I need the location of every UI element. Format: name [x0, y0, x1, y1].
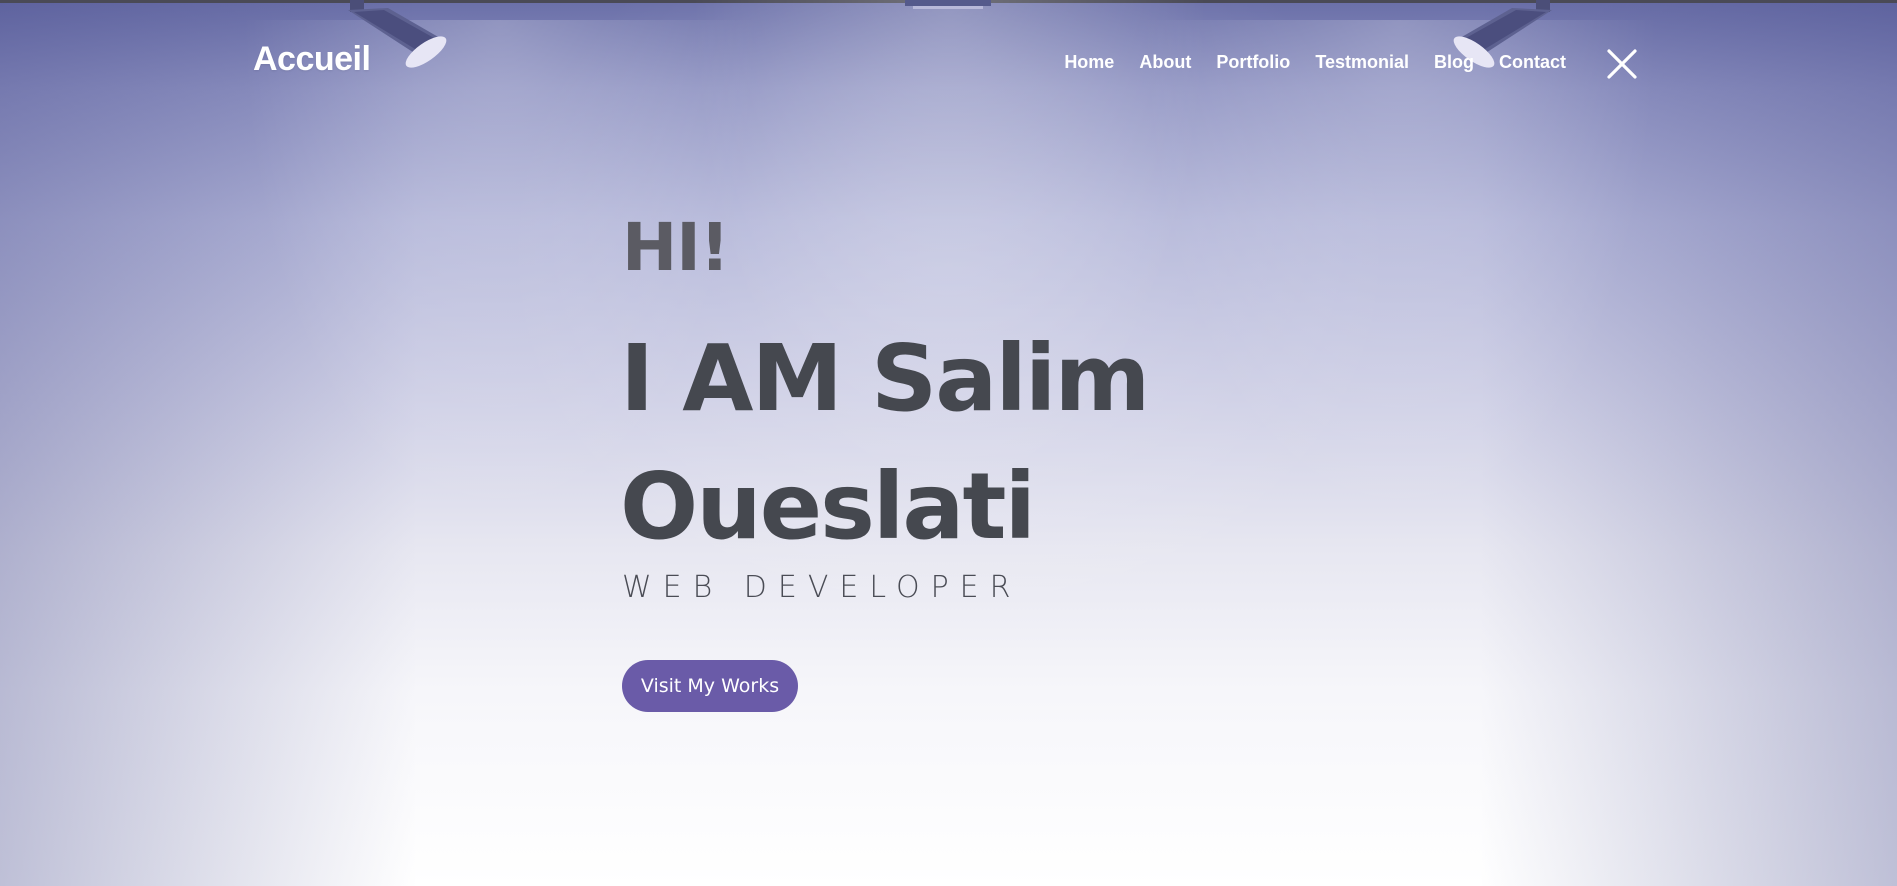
nav-item-testmonial[interactable]: Testmonial [1315, 52, 1409, 73]
hero-role: WEB DEVELOPER [622, 570, 1022, 605]
site-header: Accueil Home About Portfolio Testmonial … [0, 0, 1897, 110]
hero-greeting: HI! [622, 209, 730, 286]
close-menu-button[interactable] [1606, 48, 1638, 80]
hero-section: Accueil Home About Portfolio Testmonial … [0, 0, 1897, 886]
brand-logo[interactable]: Accueil [253, 40, 371, 79]
nav-item-portfolio[interactable]: Portfolio [1216, 52, 1290, 73]
hero-name: I AM Salim Oueslati [620, 325, 1150, 560]
nav-item-contact[interactable]: Contact [1499, 52, 1566, 73]
close-icon [1607, 49, 1637, 79]
nav-item-about[interactable]: About [1139, 52, 1191, 73]
nav-item-blog[interactable]: Blog [1434, 52, 1474, 73]
nav-item-home[interactable]: Home [1064, 52, 1114, 73]
main-nav: Home About Portfolio Testmonial Blog Con… [1064, 52, 1566, 73]
visit-works-button[interactable]: Visit My Works [622, 660, 798, 712]
